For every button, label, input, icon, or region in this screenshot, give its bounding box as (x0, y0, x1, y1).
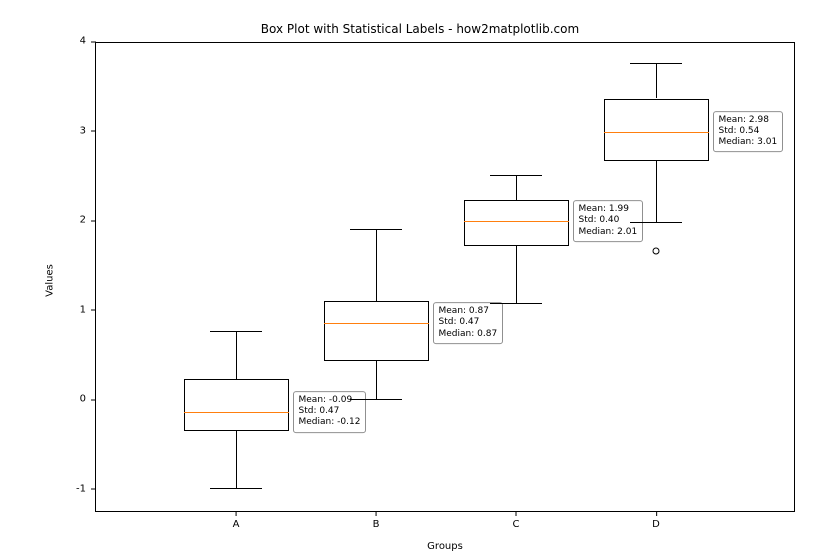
whisker-high (376, 229, 377, 301)
x-tick: A (233, 511, 240, 530)
y-tick: 1 (80, 304, 96, 315)
whisker-low (656, 161, 657, 222)
box (184, 379, 289, 431)
x-axis-label: Groups (95, 541, 795, 552)
box (324, 301, 429, 361)
y-tick: 2 (80, 215, 96, 226)
stat-std: Std: 0.40 (579, 216, 638, 227)
stat-mean: Mean: 1.99 (579, 204, 638, 215)
figure: Box Plot with Statistical Labels - how2m… (0, 0, 840, 560)
stat-median: Median: 2.01 (579, 227, 638, 238)
stat-label: Mean: 2.98Std: 0.54Median: 3.01 (713, 111, 784, 153)
median-line (324, 323, 429, 324)
stat-median: Median: 3.01 (719, 137, 778, 148)
box (604, 99, 709, 162)
chart-title: Box Plot with Statistical Labels - how2m… (0, 22, 840, 36)
outlier (653, 247, 660, 254)
whisker-low (516, 246, 517, 302)
whisker-low (236, 431, 237, 488)
stat-median: Median: -0.12 (299, 417, 361, 428)
y-axis-label: Values (34, 0, 67, 560)
x-tick: B (373, 511, 380, 530)
stat-std: Std: 0.47 (439, 318, 498, 329)
x-tick: C (513, 511, 520, 530)
stat-mean: Mean: 0.87 (439, 306, 498, 317)
median-line (464, 221, 569, 222)
whisker-high (656, 63, 657, 99)
cap-high (350, 229, 403, 230)
y-tick: 3 (80, 125, 96, 136)
stat-std: Std: 0.54 (719, 126, 778, 137)
cap-low (490, 303, 543, 304)
cap-high (630, 63, 683, 64)
cap-low (210, 488, 263, 489)
x-tick: D (652, 511, 660, 530)
y-tick: 4 (80, 36, 96, 47)
whisker-low (376, 361, 377, 399)
cap-high (490, 175, 543, 176)
stat-median: Median: 0.87 (439, 329, 498, 340)
cap-high (210, 331, 263, 332)
plot-area: -101234ABCDMean: -0.09Std: 0.47Median: -… (95, 42, 795, 512)
cap-low (350, 399, 403, 400)
whisker-high (236, 331, 237, 378)
stat-mean: Mean: 2.98 (719, 115, 778, 126)
y-tick: 0 (80, 394, 96, 405)
median-line (604, 132, 709, 133)
stat-std: Std: 0.47 (299, 406, 361, 417)
cap-low (630, 222, 683, 223)
y-tick: -1 (76, 483, 96, 494)
stat-mean: Mean: -0.09 (299, 395, 361, 406)
stat-label: Mean: 0.87Std: 0.47Median: 0.87 (433, 302, 504, 344)
stat-label: Mean: -0.09Std: 0.47Median: -0.12 (293, 391, 367, 433)
box (464, 200, 569, 247)
whisker-high (516, 175, 517, 199)
median-line (184, 412, 289, 413)
